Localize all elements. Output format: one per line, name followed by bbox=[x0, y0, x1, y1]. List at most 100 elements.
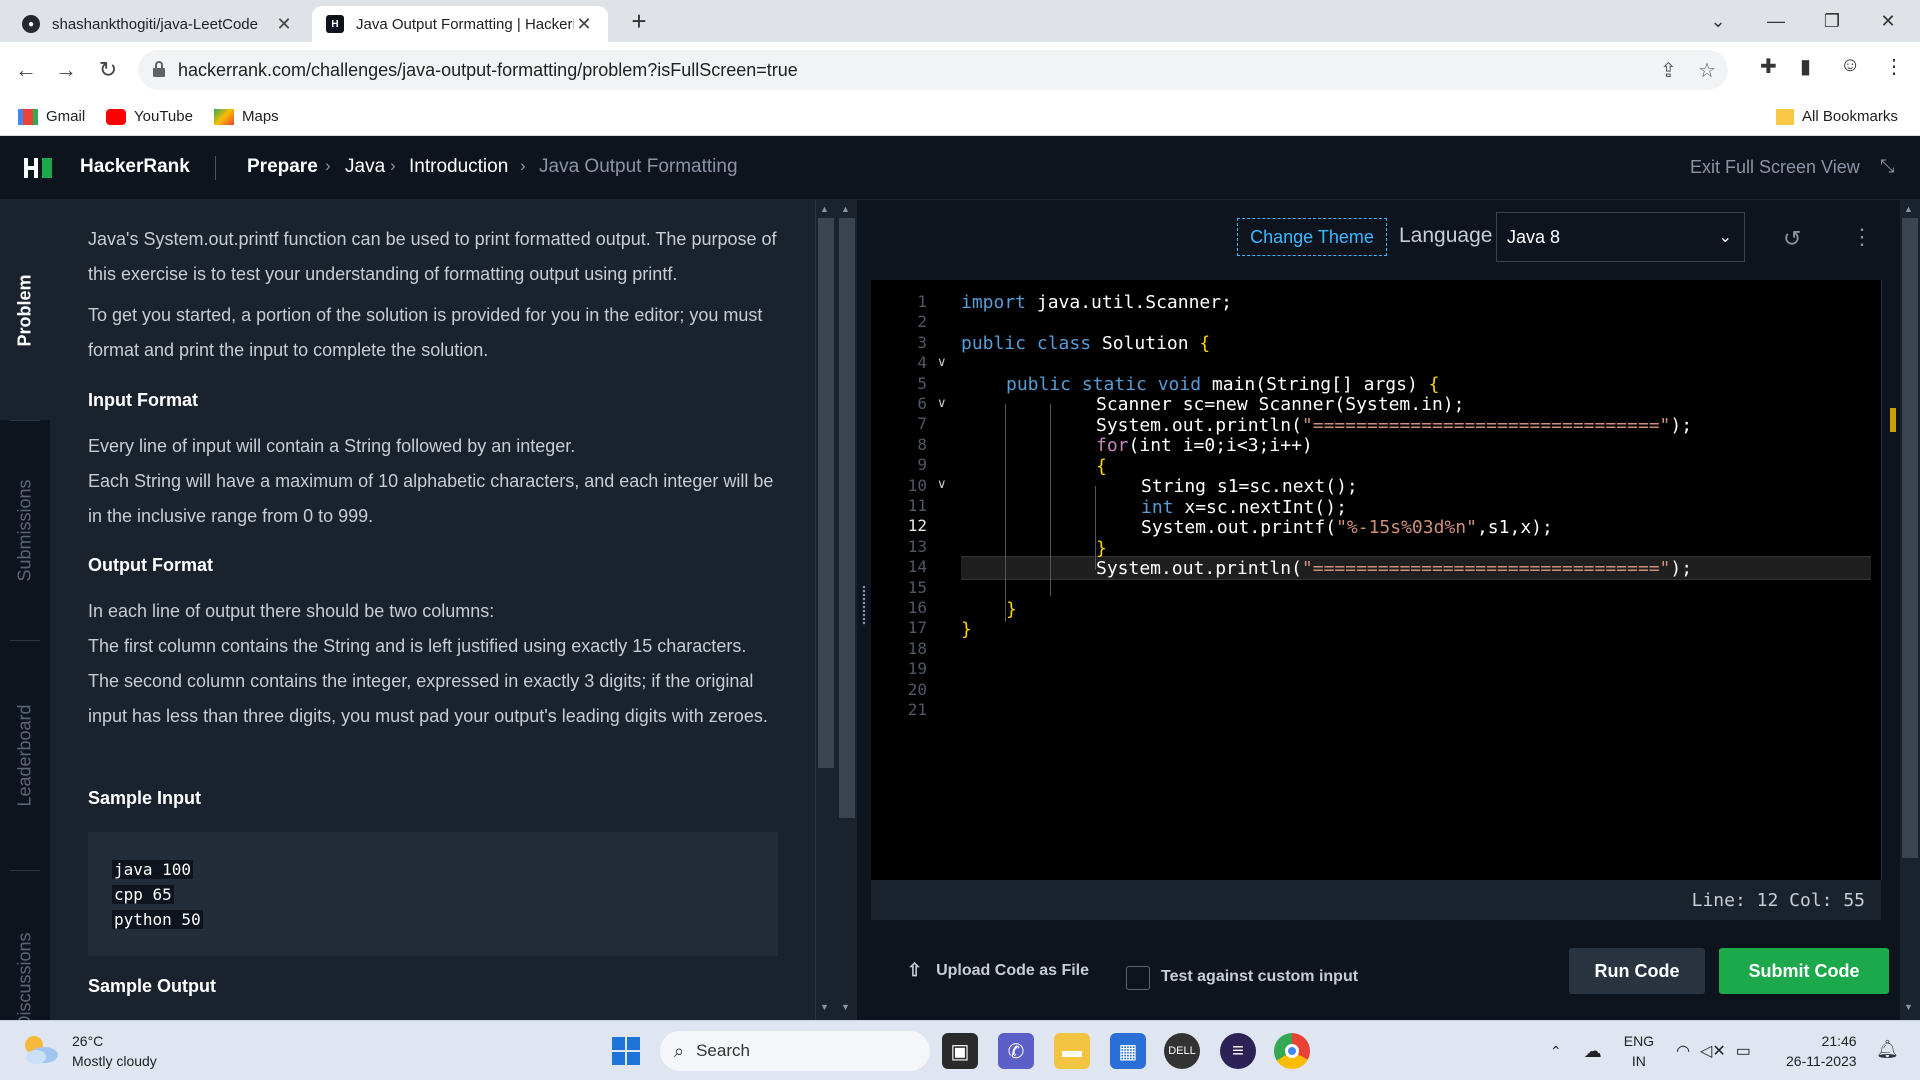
all-bookmarks[interactable]: All Bookmarks bbox=[1776, 108, 1898, 125]
breadcrumb-java[interactable]: Java bbox=[345, 156, 385, 178]
scroll-down-icon[interactable]: ▼ bbox=[1904, 1002, 1913, 1012]
code-editor[interactable]: 1 2 3 4 5 6 7 8 9 10 11 12 13 14 15 16 17 18 19 20 21 ∨ ∨ ∨ … bbox=[871, 280, 1881, 880]
scroll-up-icon[interactable]: ▲ bbox=[841, 204, 850, 214]
code-token: { bbox=[1428, 374, 1440, 395]
back-button[interactable]: ← bbox=[10, 54, 42, 86]
maps-icon bbox=[214, 108, 234, 125]
forward-button[interactable]: → bbox=[50, 54, 82, 86]
split-resize-handle[interactable] bbox=[857, 200, 871, 1020]
fold-chevron-icon[interactable]: ∨ bbox=[937, 395, 947, 411]
scroll-marker bbox=[1890, 408, 1896, 432]
code-token: for bbox=[1096, 435, 1129, 456]
github-icon: ● bbox=[22, 15, 40, 33]
chevron-up-icon[interactable]: ⌃ bbox=[1550, 1043, 1562, 1060]
store-icon[interactable]: ▦ bbox=[1110, 1033, 1146, 1069]
bookmark-maps[interactable]: Maps bbox=[214, 108, 279, 125]
lang-code: ENG bbox=[1623, 1033, 1655, 1049]
bookmark-youtube[interactable]: YouTube bbox=[106, 108, 193, 125]
maximize-button[interactable]: ❐ bbox=[1812, 6, 1852, 36]
scroll-down-icon[interactable]: ▼ bbox=[820, 1002, 829, 1012]
code-token: java.util.Scanner; bbox=[1026, 292, 1232, 313]
language-select[interactable]: Java 8 ⌄ bbox=[1496, 212, 1745, 262]
weather-widget[interactable]: 26°C Mostly cloudy bbox=[20, 1031, 157, 1071]
submit-code-button[interactable]: Submit Code bbox=[1719, 948, 1889, 994]
line-number: 14 bbox=[907, 557, 927, 577]
profile-icon[interactable]: ☺ bbox=[1840, 54, 1860, 77]
teams-icon[interactable]: ✆ bbox=[998, 1033, 1034, 1069]
eclipse-icon[interactable]: ≡ bbox=[1220, 1033, 1256, 1069]
clock[interactable]: 21:46 26-11-2023 bbox=[1786, 1031, 1857, 1071]
browser-tab-hackerrank[interactable]: H Java Output Formatting | HackerRank ✕ bbox=[312, 6, 608, 42]
extensions-icon[interactable]: ✚ bbox=[1760, 54, 1777, 79]
scrollbar-thumb[interactable] bbox=[839, 218, 855, 818]
omnibox[interactable]: hackerrank.com/challenges/java-output-fo… bbox=[138, 50, 1728, 90]
editor-scrollbar[interactable] bbox=[1881, 280, 1900, 880]
hackerrank-logo-icon[interactable] bbox=[24, 156, 54, 180]
language-indicator[interactable]: ENG IN bbox=[1624, 1031, 1654, 1071]
tab-submissions[interactable]: Submissions bbox=[0, 430, 50, 630]
tab-problem[interactable]: Problem bbox=[0, 200, 50, 420]
custom-input-label[interactable]: Test against custom input bbox=[1161, 968, 1358, 986]
star-icon[interactable]: ☆ bbox=[1698, 58, 1716, 83]
site-name[interactable]: HackerRank bbox=[80, 156, 190, 178]
upload-code-button[interactable]: ⇧ Upload Code as File bbox=[907, 960, 1089, 981]
scroll-up-icon[interactable]: ▲ bbox=[1904, 204, 1913, 214]
line-number: 21 bbox=[907, 700, 927, 719]
collapse-icon[interactable]: ⤡ bbox=[1880, 156, 1894, 177]
task-view-icon[interactable]: ▣ bbox=[942, 1033, 978, 1069]
exit-fullscreen-link[interactable]: Exit Full Screen View bbox=[1690, 157, 1860, 178]
code-line-17: } bbox=[961, 619, 972, 640]
custom-input-checkbox[interactable] bbox=[1126, 966, 1150, 990]
tab-search-icon[interactable]: ⌄ bbox=[1698, 6, 1738, 36]
problem-panel: Java's System.out.printf function can be… bbox=[50, 200, 815, 1020]
history-icon[interactable]: ↺ bbox=[1783, 226, 1801, 252]
file-explorer-icon[interactable]: ▬ bbox=[1054, 1033, 1090, 1069]
browser-tab-github[interactable]: ● shashankthogiti/java-LeetCode ✕ bbox=[8, 6, 308, 42]
wifi-icon[interactable]: ◠ bbox=[1676, 1041, 1690, 1061]
volume-muted-icon[interactable]: ◁✕ bbox=[1700, 1041, 1726, 1061]
close-icon[interactable]: ✕ bbox=[574, 14, 594, 35]
site-header: HackerRank Prepare › Java › Introduction… bbox=[0, 136, 1920, 200]
problem-scrollbar[interactable]: ▲ ▼ bbox=[815, 200, 837, 1020]
fold-chevron-icon[interactable]: ∨ bbox=[937, 476, 947, 492]
menu-icon[interactable]: ⋮ bbox=[1884, 54, 1904, 79]
dell-icon[interactable]: DELL bbox=[1164, 1033, 1200, 1069]
reload-button[interactable]: ↻ bbox=[92, 54, 124, 86]
date: 26-11-2023 bbox=[1786, 1053, 1857, 1069]
close-window-button[interactable]: ✕ bbox=[1868, 6, 1908, 36]
page-scrollbar[interactable]: ▲ ▼ bbox=[1900, 200, 1920, 1020]
panel-scrollbar[interactable]: ▲ ▼ bbox=[837, 200, 857, 1020]
divider bbox=[10, 640, 40, 641]
taskbar-search[interactable]: ⌕ Search bbox=[660, 1031, 930, 1071]
scrollbar-thumb[interactable] bbox=[818, 218, 834, 768]
close-icon[interactable]: ✕ bbox=[274, 14, 294, 35]
code-line-6: Scanner sc=new Scanner(System.in); bbox=[1096, 394, 1465, 415]
code-token: { bbox=[1199, 333, 1211, 354]
scroll-up-icon[interactable]: ▲ bbox=[820, 204, 829, 214]
battery-icon[interactable]: ▭ bbox=[1736, 1041, 1751, 1061]
tab-leaderboard[interactable]: Leaderboard bbox=[0, 650, 50, 860]
fold-chevron-icon[interactable]: ∨ bbox=[937, 354, 947, 370]
share-icon[interactable]: ⇪ bbox=[1660, 58, 1677, 83]
side-panel-icon[interactable]: ▮ bbox=[1800, 54, 1811, 79]
scrollbar-thumb[interactable] bbox=[1902, 218, 1918, 858]
breadcrumb-prepare[interactable]: Prepare bbox=[247, 156, 318, 178]
more-options-icon[interactable]: ⋮ bbox=[1851, 224, 1873, 250]
windows-start-icon[interactable] bbox=[608, 1033, 644, 1069]
line-number: 3 bbox=[917, 332, 927, 352]
breadcrumb-introduction[interactable]: Introduction bbox=[409, 156, 508, 178]
change-theme-button[interactable]: Change Theme bbox=[1237, 218, 1387, 256]
scroll-down-icon[interactable]: ▼ bbox=[841, 1002, 850, 1012]
chrome-icon[interactable] bbox=[1274, 1033, 1310, 1069]
minimize-button[interactable]: — bbox=[1756, 6, 1796, 36]
code-token: Solution bbox=[1091, 333, 1200, 354]
code-token: ); bbox=[1670, 415, 1693, 436]
run-code-button[interactable]: Run Code bbox=[1569, 948, 1705, 994]
new-tab-button[interactable]: + bbox=[624, 6, 654, 36]
drag-handle-icon bbox=[862, 585, 866, 625]
divider bbox=[10, 870, 40, 871]
notification-bell-icon[interactable]: 🔔︎ bbox=[1876, 1039, 1899, 1060]
onedrive-icon[interactable]: ☁ bbox=[1584, 1041, 1602, 1062]
bookmark-gmail[interactable]: Gmail bbox=[18, 108, 85, 125]
line-number: 1 bbox=[917, 292, 927, 311]
